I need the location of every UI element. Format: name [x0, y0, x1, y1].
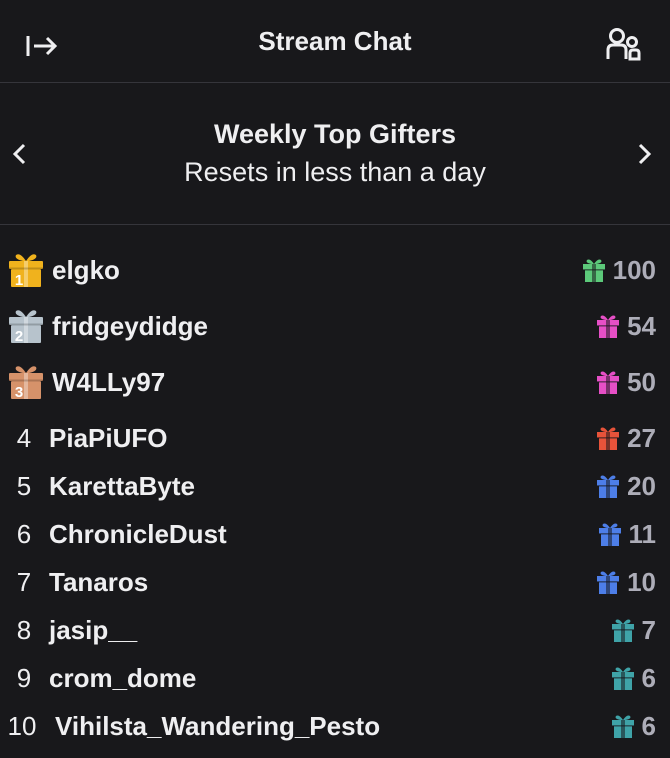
leaderboard-row[interactable]: 6 ChronicleDust 11 [0, 510, 670, 558]
gift-icon [597, 315, 620, 338]
gift-icon [597, 427, 620, 450]
chevron-right-icon[interactable] [632, 139, 656, 169]
gifter-username[interactable]: KarettaByte [49, 471, 195, 502]
rank-3-medal-icon: 3 [9, 366, 43, 400]
leaderboard-row[interactable]: 4 PiaPiUFO 27 [0, 414, 670, 462]
gift-count: 10 [627, 566, 656, 597]
rank-1-medal-icon: 1 [9, 254, 43, 288]
gift-count: 6 [641, 662, 656, 693]
gift-icon [597, 571, 620, 594]
gift-icon [582, 259, 605, 282]
leaderboard-row[interactable]: 7 Tanaros 10 [0, 558, 670, 606]
leaderboard-row[interactable]: 9 crom_dome 6 [0, 654, 670, 702]
gifter-username[interactable]: fridgeydidge [52, 311, 208, 342]
rank-number: 5 [16, 470, 32, 501]
svg-text:2: 2 [15, 328, 23, 344]
gifter-username[interactable]: W4LLy97 [52, 367, 165, 398]
rank-number: 4 [16, 422, 32, 453]
rank-number: 9 [16, 662, 32, 693]
gift-count: 100 [612, 254, 656, 285]
gift-icon [598, 523, 621, 546]
rank-number: 7 [16, 566, 32, 597]
leaderboard-row[interactable]: 2 fridgeydidge 54 [0, 302, 670, 350]
community-users-icon[interactable] [604, 26, 644, 62]
leaderboard-row[interactable]: 8 jasip__ 7 [0, 606, 670, 654]
leaderboard-row[interactable]: 1 elgko 100 [0, 246, 670, 294]
gift-count: 27 [627, 422, 656, 453]
rank-number: 8 [16, 614, 32, 645]
gifters-reset-text: Resets in less than a day [184, 157, 486, 187]
gifter-username[interactable]: PiaPiUFO [49, 423, 167, 454]
leaderboard-row[interactable]: 10 Vihilsta_Wandering_Pesto 6 [0, 702, 670, 750]
leaderboard-row[interactable]: 5 KarettaByte 20 [0, 462, 670, 510]
gifters-heading: Weekly Top Gifters [213, 119, 457, 149]
gift-count: 7 [641, 614, 656, 645]
svg-text:3: 3 [15, 384, 23, 400]
gift-count: 54 [627, 310, 656, 341]
gifter-username[interactable]: Vihilsta_Wandering_Pesto [55, 711, 380, 742]
gifter-username[interactable]: elgko [52, 255, 120, 286]
gift-icon [611, 715, 634, 738]
gift-icon [611, 667, 634, 690]
gift-icon [611, 619, 634, 642]
gift-count: 11 [628, 518, 657, 549]
gifter-username[interactable]: Tanaros [49, 567, 148, 598]
gift-count: 20 [627, 470, 656, 501]
gift-count: 6 [641, 710, 656, 741]
rank-number: 10 [7, 710, 37, 741]
svg-text:1: 1 [15, 272, 23, 288]
top-gifters-panel: Weekly Top Gifters Resets in less than a… [0, 83, 670, 225]
rank-number: 6 [16, 518, 32, 549]
gift-icon [597, 475, 620, 498]
gift-count: 50 [627, 366, 656, 397]
gift-icon [597, 371, 620, 394]
gifter-username[interactable]: jasip__ [49, 615, 137, 646]
chat-title: Stream Chat [258, 26, 412, 56]
gifter-username[interactable]: ChronicleDust [49, 519, 227, 550]
leaderboard-row[interactable]: 3 W4LLy97 50 [0, 358, 670, 406]
gifter-username[interactable]: crom_dome [49, 663, 196, 694]
rank-2-medal-icon: 2 [9, 310, 43, 344]
chat-header: Stream Chat [0, 0, 670, 83]
